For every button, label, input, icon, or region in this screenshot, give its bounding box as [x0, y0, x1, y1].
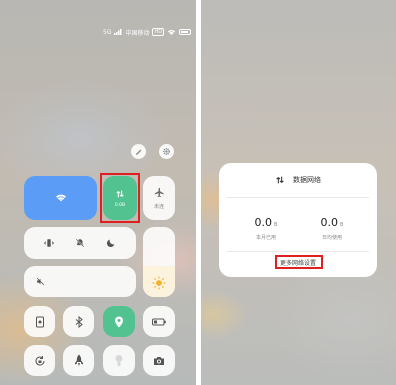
do-not-disturb-moon-icon[interactable] — [106, 238, 116, 248]
location-icon — [115, 316, 123, 327]
month-used-value: 0.0 — [254, 216, 273, 229]
background-panel: 数据网络 0.0 B 本月已用 0.0 B 日均使用 更多网络设置 — [201, 0, 396, 385]
mobile-data-highlight — [100, 173, 140, 223]
wifi-tile[interactable] — [24, 176, 97, 220]
rocket-icon — [74, 354, 83, 366]
signal-icon — [114, 29, 122, 35]
volume-slider[interactable] — [24, 266, 136, 297]
sun-icon — [152, 276, 166, 290]
dialog-title: 数据网络 — [293, 176, 321, 184]
today-used-unit: B — [340, 222, 344, 228]
dialog-divider — [227, 197, 369, 198]
signal-label: 5G — [103, 28, 112, 36]
brightness-slider[interactable] — [143, 227, 175, 297]
battery-saver-icon — [152, 318, 166, 325]
battery-saver-tile[interactable] — [143, 306, 175, 337]
pencil-icon — [135, 149, 141, 155]
bluetooth-icon — [75, 315, 83, 328]
airplane-mode-tile[interactable]: 未连 — [143, 176, 175, 220]
carrier-name: 中国移动 — [125, 29, 150, 37]
wifi-icon — [55, 194, 66, 202]
screen-recorder-tile[interactable] — [24, 306, 55, 337]
screen-recorder-icon — [35, 316, 44, 327]
rotation-lock-icon — [35, 355, 45, 366]
hd-badge: HD — [152, 28, 165, 36]
wifi-status-icon — [167, 29, 176, 35]
settings-button[interactable] — [159, 144, 174, 159]
rotation-lock-tile[interactable] — [24, 345, 55, 376]
camera-icon — [154, 356, 164, 365]
mobile-data-dialog: 数据网络 0.0 B 本月已用 0.0 B 日均使用 更多网络设置 — [219, 163, 377, 277]
rocket-tile[interactable] — [63, 345, 94, 376]
month-used-unit: B — [274, 222, 278, 228]
more-settings-highlight — [275, 255, 323, 269]
today-used-label: 日均使用 — [321, 235, 342, 241]
flashlight-icon — [115, 355, 123, 366]
battery-status-icon — [179, 29, 192, 35]
camera-tile[interactable] — [143, 345, 175, 376]
dialog-header: 数据网络 — [219, 173, 377, 187]
quick-toggles-bar — [24, 227, 136, 259]
edit-button[interactable] — [131, 144, 146, 159]
status-bar: 5G 中国移动 HD — [103, 27, 192, 37]
dialog-divider — [227, 251, 369, 252]
flashlight-tile[interactable] — [103, 345, 135, 376]
speaker-muted-icon — [36, 277, 45, 286]
gear-icon — [163, 148, 170, 155]
mobile-data-arrows-icon — [276, 176, 284, 184]
today-used-value: 0.0 — [320, 216, 339, 229]
control-center-panel: 5G 中国移动 HD 0.0B 未连 — [0, 0, 196, 385]
month-used-stat: 0.0 B 本月已用 — [241, 211, 291, 241]
month-used-label: 本月已用 — [255, 235, 276, 241]
vibrate-icon[interactable] — [44, 238, 55, 248]
mute-bell-icon[interactable] — [75, 238, 85, 248]
airplane-label: 未连 — [153, 203, 164, 210]
location-tile[interactable] — [103, 306, 135, 337]
bluetooth-tile[interactable] — [63, 306, 94, 337]
today-used-stat: 0.0 B 日均使用 — [307, 211, 357, 241]
airplane-icon — [154, 187, 164, 197]
